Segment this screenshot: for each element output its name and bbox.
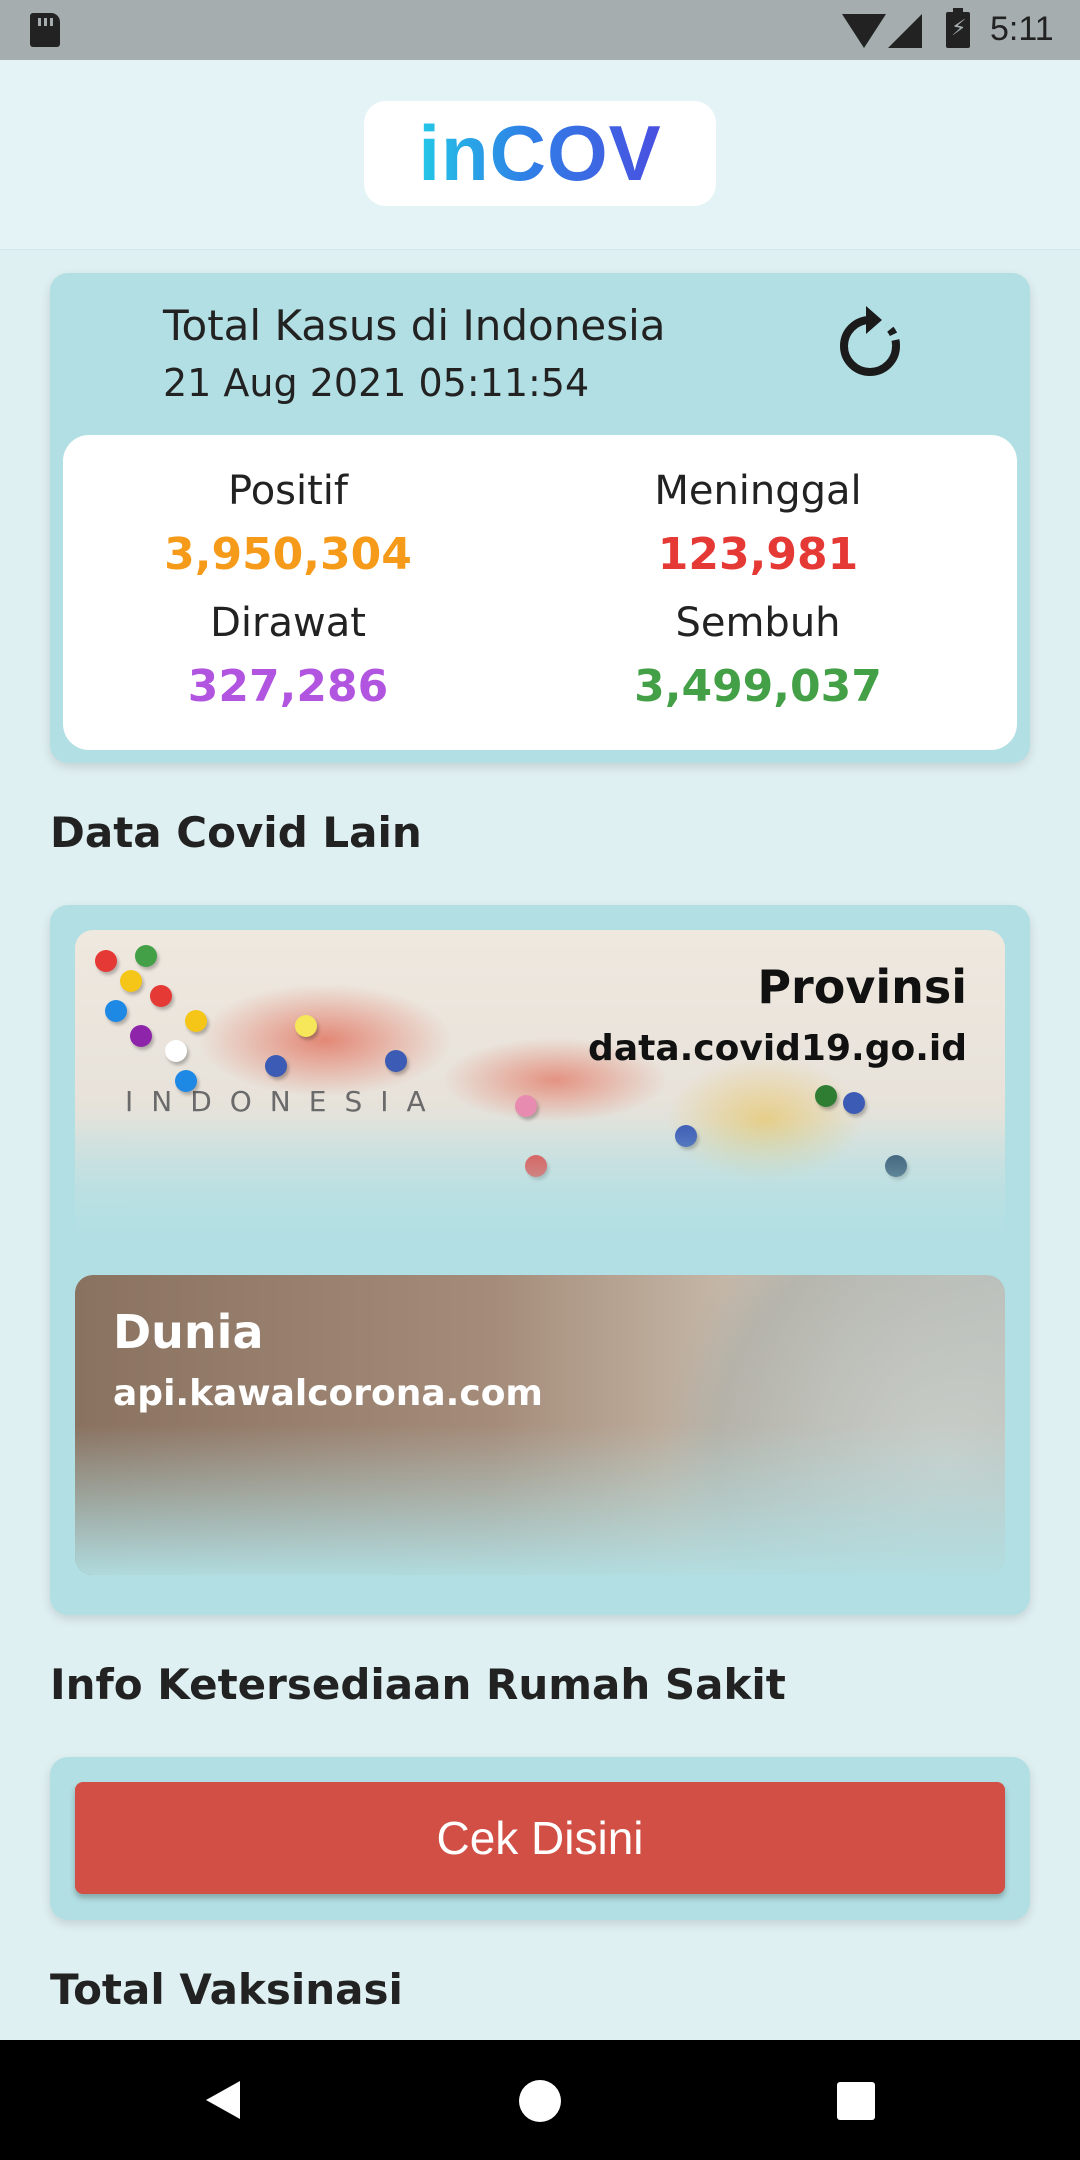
map-pin [525, 1155, 547, 1177]
app-logo: inCOV [364, 101, 716, 206]
dunia-card[interactable]: Dunia api.kawalcorona.com [75, 1275, 1005, 1575]
dunia-source: api.kawalcorona.com [113, 1373, 543, 1414]
cek-disini-button[interactable]: Cek Disini [75, 1782, 1005, 1894]
total-cases-card: Total Kasus di Indonesia 21 Aug 2021 05:… [50, 273, 1030, 763]
signal-icon [888, 14, 922, 48]
stat-label: Positif [228, 468, 348, 514]
map-pin [885, 1155, 907, 1177]
status-bar: ⚡ 5:11 [0, 0, 1080, 60]
total-cases-title: Total Kasus di Indonesia [163, 301, 666, 350]
navigation-bar [0, 2040, 1080, 2160]
stat-value: 123,981 [657, 529, 859, 580]
map-pin [675, 1125, 697, 1147]
rumah-sakit-card: Cek Disini [50, 1757, 1030, 1920]
back-icon[interactable] [206, 2081, 240, 2119]
dunia-title: Dunia [113, 1305, 264, 1359]
map-pin [843, 1092, 865, 1114]
provinsi-title: Provinsi [757, 960, 967, 1014]
stat-meninggal: Meninggal 123,981 [533, 463, 983, 591]
map-pin [265, 1055, 287, 1077]
map-pin [135, 945, 157, 967]
section-title-rumah-sakit: Info Ketersediaan Rumah Sakit [50, 1660, 786, 1709]
map-pin [105, 1000, 127, 1022]
stat-value: 3,499,037 [634, 661, 882, 712]
stat-sembuh: Sembuh 3,499,037 [533, 595, 983, 723]
map-pin [150, 985, 172, 1007]
map-pin [515, 1095, 537, 1117]
map-label: INDONESIA [125, 1085, 444, 1118]
stat-label: Dirawat [210, 600, 366, 646]
map-pin [165, 1040, 187, 1062]
map-pin [95, 950, 117, 972]
recent-apps-icon[interactable] [837, 2082, 875, 2120]
stat-label: Meninggal [654, 468, 862, 514]
map-pin [120, 970, 142, 992]
map-pin [175, 1070, 197, 1092]
map-pin [815, 1085, 837, 1107]
map-pin [295, 1015, 317, 1037]
map-pin [385, 1050, 407, 1072]
app-logo-text: inCOV [418, 109, 662, 197]
battery-icon: ⚡ [946, 8, 970, 48]
refresh-icon[interactable] [830, 306, 910, 386]
sd-card-icon [30, 13, 60, 47]
wifi-icon [842, 14, 886, 48]
stats-panel: Positif 3,950,304 Meninggal 123,981 Dira… [63, 435, 1017, 750]
total-cases-date: 21 Aug 2021 05:11:54 [163, 361, 590, 405]
section-title-vaksinasi: Total Vaksinasi [50, 1965, 403, 2014]
stat-value: 3,950,304 [164, 529, 412, 580]
stat-value: 327,286 [187, 661, 389, 712]
map-pin [185, 1010, 207, 1032]
provinsi-card[interactable]: INDONESIA Provinsi data.covid19.go.id [75, 930, 1005, 1240]
stat-positif: Positif 3,950,304 [63, 463, 513, 591]
stat-label: Sembuh [675, 600, 841, 646]
data-covid-lain-card: INDONESIA Provinsi data.covid19.go.id Du… [50, 905, 1030, 1615]
home-icon[interactable] [519, 2080, 561, 2122]
map-pin [130, 1025, 152, 1047]
section-title-data-lain: Data Covid Lain [50, 808, 422, 857]
status-time: 5:11 [990, 10, 1054, 48]
provinsi-source: data.covid19.go.id [588, 1028, 967, 1069]
stat-dirawat: Dirawat 327,286 [63, 595, 513, 723]
